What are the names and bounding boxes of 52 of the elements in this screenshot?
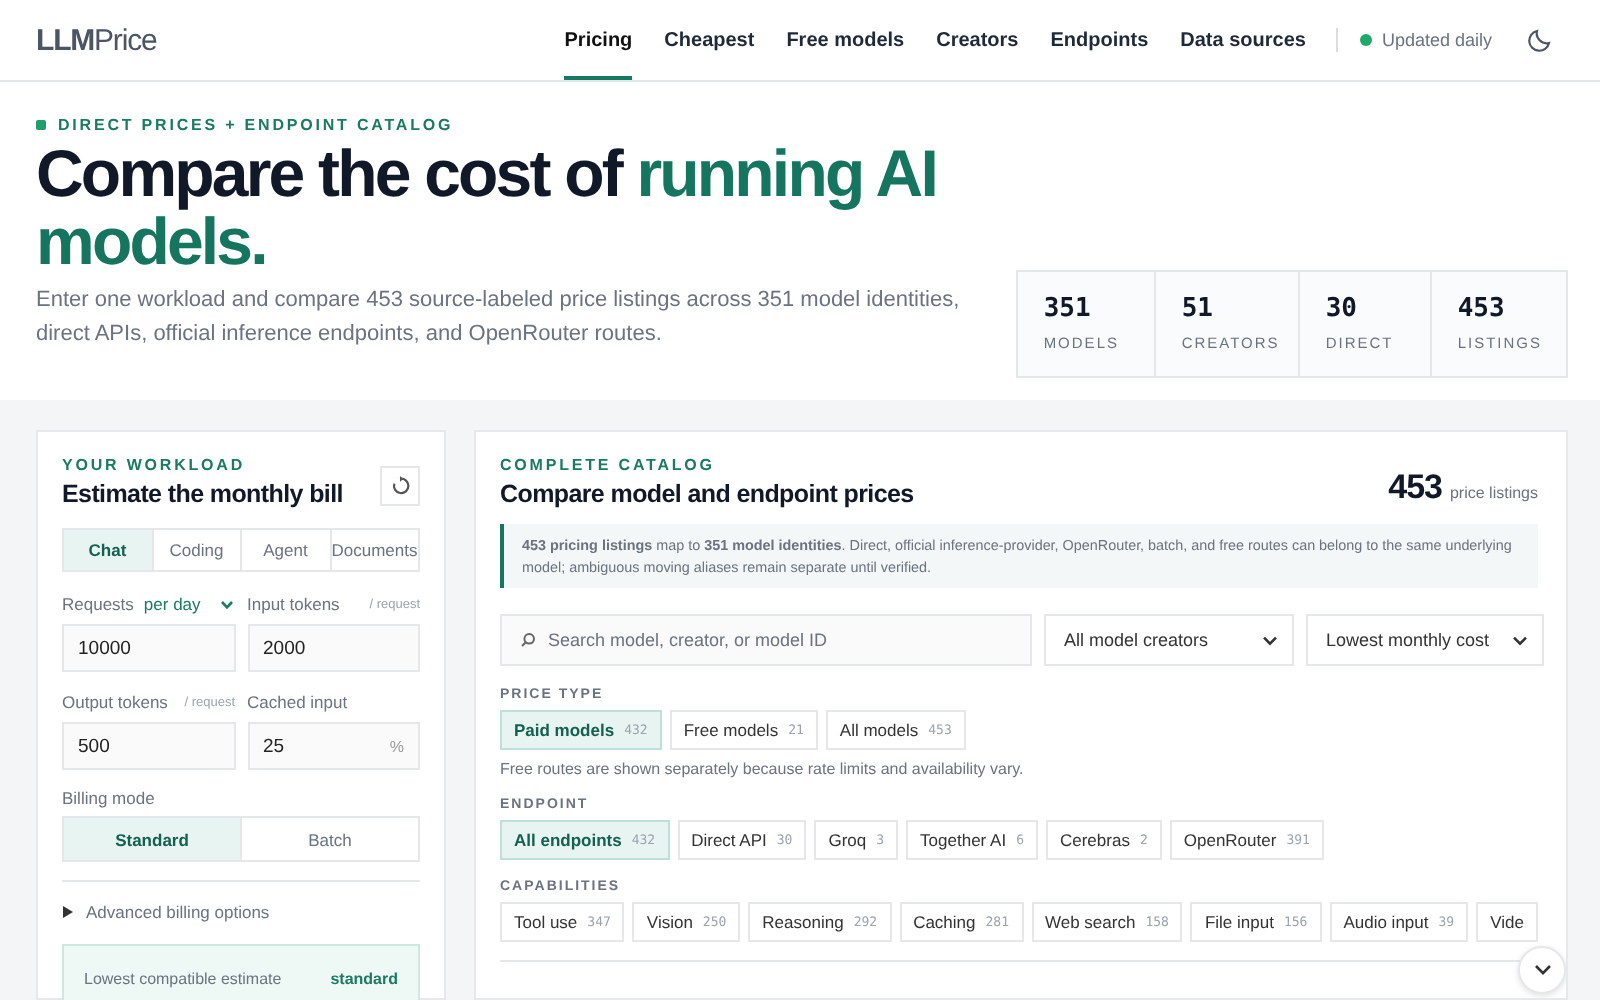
- field-label: Billing mode: [62, 788, 157, 808]
- input-field[interactable]: 10000: [62, 624, 235, 672]
- nav-link[interactable]: Endpoints: [1050, 0, 1149, 80]
- moon-icon[interactable]: [1528, 28, 1552, 52]
- advanced-options-toggle[interactable]: Advanced billing options: [62, 902, 420, 922]
- input-field[interactable]: 25 %: [247, 722, 420, 770]
- scroll-down-button[interactable]: [1518, 946, 1566, 994]
- stat-value: 351: [1043, 294, 1093, 324]
- filter-note: Free routes are shown separately because rate limits and availability vary.: [500, 760, 1026, 778]
- section-eyebrow: COMPLETE CATALOG: [500, 456, 717, 474]
- field-label: Cached input: [247, 692, 348, 712]
- reset-button[interactable]: [380, 466, 420, 506]
- section-title: Compare model and endpoint prices: [500, 480, 914, 508]
- stat-value: 51: [1181, 294, 1215, 324]
- chevron-down-icon: [1512, 635, 1528, 645]
- filter-chip[interactable]: Vide: [1476, 902, 1538, 942]
- nav-link[interactable]: Creators: [936, 0, 1019, 80]
- chevron-down-icon: [1262, 635, 1278, 645]
- input-field[interactable]: 500: [62, 722, 235, 770]
- listing-count-label: price listings: [1449, 484, 1538, 502]
- listing-count: 453: [1388, 468, 1442, 508]
- reset-icon: [390, 476, 410, 496]
- preset-tab[interactable]: Chat: [64, 530, 151, 570]
- field-label: Requests: [62, 594, 134, 614]
- estimate-label: Lowest compatible estimate: [84, 969, 282, 987]
- billing-mode-option[interactable]: Standard: [64, 818, 240, 860]
- search-field[interactable]: Search model, creator, or model ID: [500, 614, 1032, 666]
- nav-link[interactable]: Free models: [786, 0, 905, 80]
- search-icon: [520, 632, 536, 648]
- chevron-down-icon: [220, 599, 235, 609]
- dropdown[interactable]: Lowest monthly cost: [1306, 614, 1544, 666]
- section-title: Estimate the monthly bill: [62, 480, 343, 508]
- billing-mode-tag: standard: [330, 969, 398, 987]
- nav-link[interactable]: Pricing: [564, 0, 633, 80]
- section-eyebrow: YOUR WORKLOAD: [62, 456, 248, 474]
- nav-link[interactable]: Cheapest: [664, 0, 755, 80]
- status-dot-icon: [1359, 34, 1372, 46]
- update-status: Updated daily: [1381, 30, 1492, 50]
- chevron-down-icon: [1533, 964, 1551, 976]
- dropdown[interactable]: All model creators: [1044, 614, 1294, 666]
- brand-logo[interactable]: LLMPrice: [36, 23, 157, 57]
- eyebrow-label: DIRECT PRICES + ENDPOINT CATALOG: [58, 116, 454, 134]
- input-field[interactable]: 2000: [247, 624, 420, 672]
- nav-link[interactable]: Data sources: [1180, 0, 1306, 80]
- hero-description: Enter one workload and compare 453 source-labeled price listings across 351 model identities, direct APIs, official inference endpoints, and OpenRouter routes.: [36, 286, 962, 350]
- field-label: Output tokens: [62, 692, 168, 712]
- preset-tab[interactable]: Documents: [329, 530, 418, 570]
- field-label: Input tokens: [247, 594, 340, 614]
- stat-value: 453: [1457, 294, 1507, 324]
- page-heading: Compare the cost of running AI models.: [36, 140, 938, 276]
- stat-value: 30: [1325, 294, 1359, 324]
- period-select[interactable]: per day: [143, 594, 235, 614]
